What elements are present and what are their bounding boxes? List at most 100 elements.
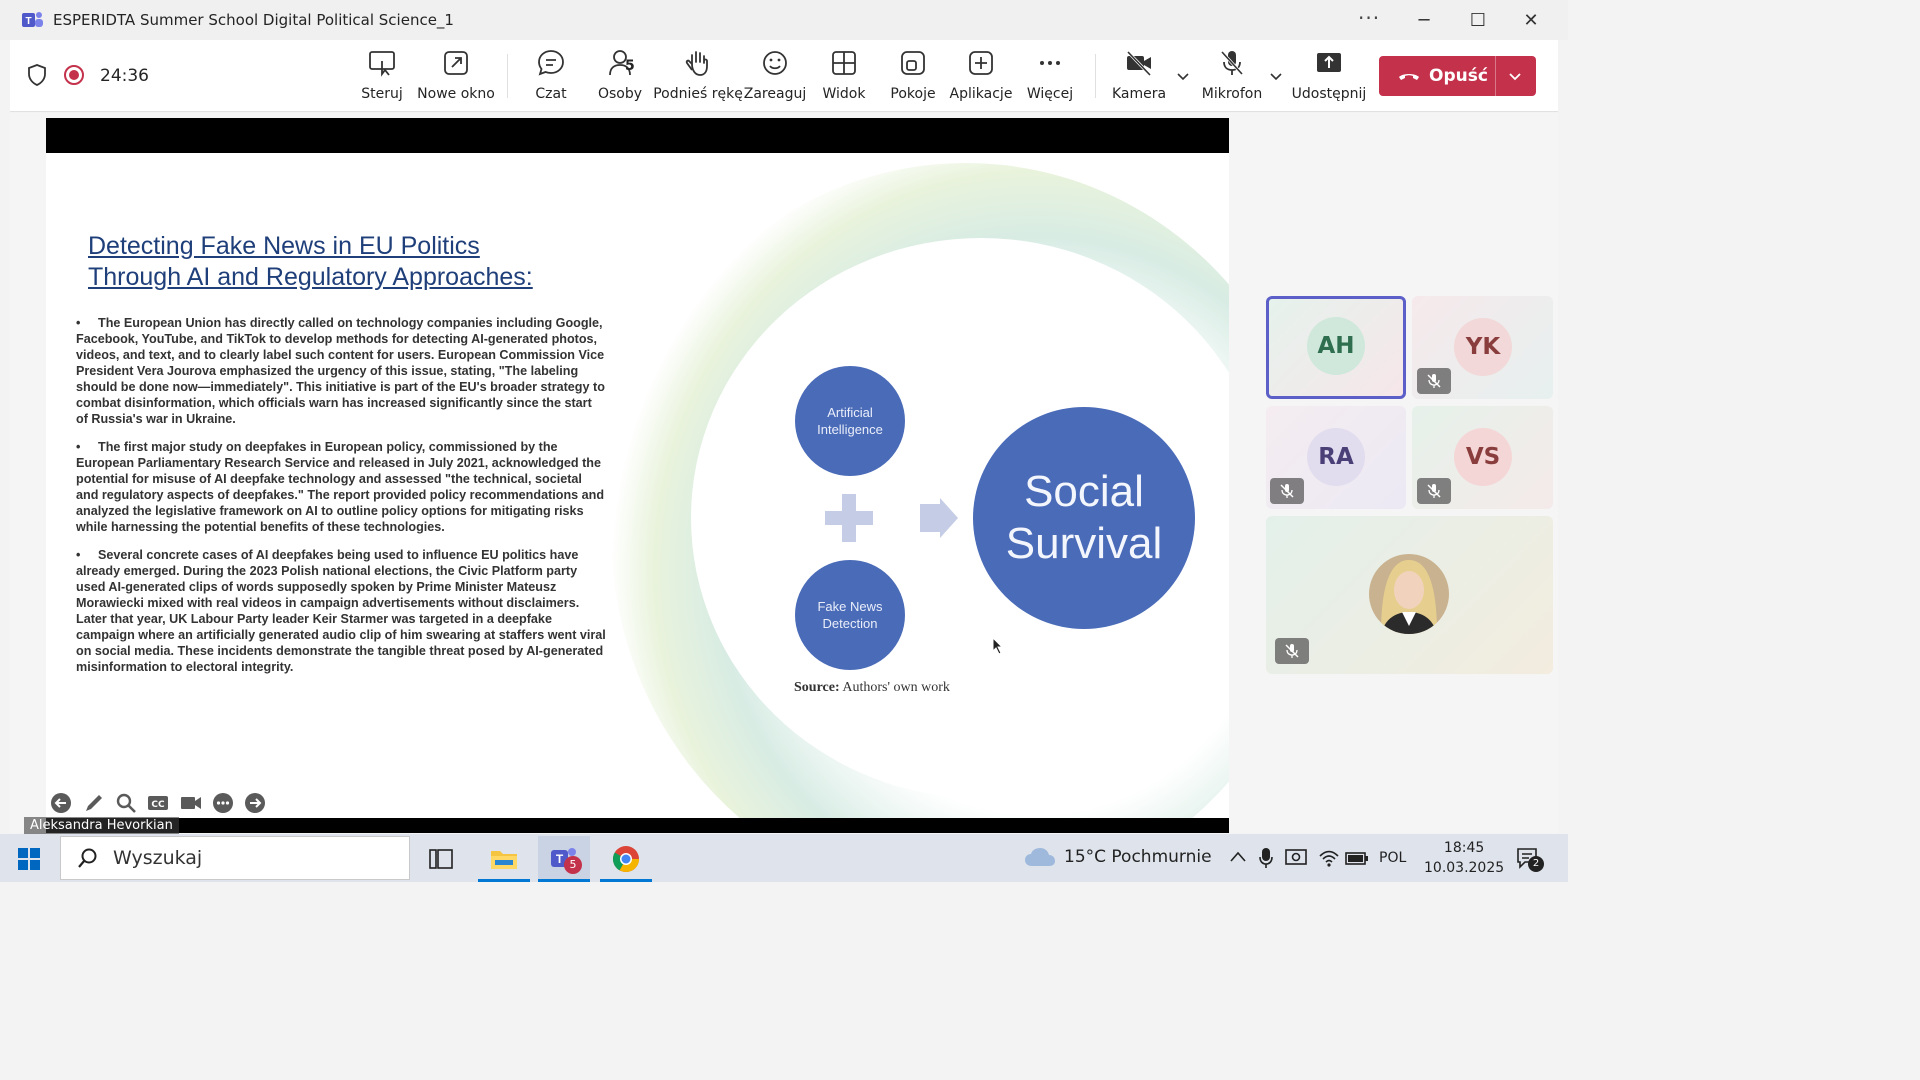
bullet-text: The European Union has directly called o… xyxy=(76,316,605,426)
react-icon xyxy=(763,51,787,75)
close-button[interactable]: ✕ xyxy=(1513,6,1549,34)
recording-indicator-icon xyxy=(64,65,84,85)
muted-mic-icon xyxy=(1275,638,1309,664)
view-label: Widok xyxy=(822,86,866,102)
camera-off-icon xyxy=(1126,50,1152,77)
next-slide-icon[interactable] xyxy=(244,792,266,814)
share-icon xyxy=(1317,53,1341,72)
slide-title-line-1: Detecting Fake News in EU Politics xyxy=(88,232,480,260)
new-window-button[interactable]: Nowe okno xyxy=(412,48,500,102)
chrome-taskbar-button[interactable] xyxy=(600,836,652,882)
shield-icon[interactable] xyxy=(27,64,47,86)
slide-title-line-2: Through AI and Regulatory Approaches: xyxy=(88,263,533,291)
screen-tray-icon[interactable] xyxy=(1284,848,1308,868)
battery-icon[interactable] xyxy=(1345,849,1369,867)
presenter-name-label: Aleksandra Hevorkian xyxy=(24,817,179,834)
window-more-button[interactable]: ··· xyxy=(1358,6,1380,30)
captions-icon[interactable]: CC xyxy=(147,792,169,814)
bullet-text: Several concrete cases of AI deepfakes b… xyxy=(76,548,606,674)
new-window-icon xyxy=(444,51,468,75)
people-button[interactable]: Osoby xyxy=(576,48,664,102)
active-app-indicator xyxy=(538,879,590,882)
control-label: Steruj xyxy=(361,86,403,102)
microphone-options-chevron-icon[interactable] xyxy=(1268,68,1284,84)
bullet-mark: • xyxy=(76,316,81,330)
camera-label: Kamera xyxy=(1111,86,1167,102)
control-icon xyxy=(369,51,395,77)
zoom-icon[interactable] xyxy=(115,792,137,814)
circle-fake-line-1: Fake News xyxy=(817,599,883,614)
slide-source-caption: Source: Authors' own work xyxy=(794,680,950,696)
microphone-button[interactable]: Mikrofon xyxy=(1188,48,1276,102)
raise-hand-icon xyxy=(685,51,708,76)
window-title: ESPERIDTA Summer School Digital Politica… xyxy=(53,11,454,29)
muted-mic-icon xyxy=(1270,478,1304,504)
avatar-vs: VS xyxy=(1454,428,1512,486)
maximize-button[interactable]: ☐ xyxy=(1460,6,1496,34)
previous-slide-icon[interactable] xyxy=(50,792,72,814)
circle-ai-line-1: Artificial xyxy=(827,405,873,420)
svg-text:T: T xyxy=(556,852,564,866)
wifi-icon[interactable] xyxy=(1318,848,1340,868)
more-button[interactable]: Więcej xyxy=(1006,48,1094,102)
mouse-cursor-icon xyxy=(992,637,1004,655)
participant-tile-yk[interactable]: YK xyxy=(1412,296,1553,399)
raise-hand-button[interactable]: Podnieś rękę xyxy=(653,48,743,102)
leave-options-chevron-icon[interactable] xyxy=(1507,68,1523,84)
microphone-tray-icon[interactable] xyxy=(1258,847,1274,869)
active-app-indicator xyxy=(478,879,530,882)
teams-taskbar-button[interactable]: T 5 xyxy=(538,836,590,882)
mic-off-icon xyxy=(1220,50,1244,76)
show-hidden-icons-chevron-icon[interactable] xyxy=(1229,850,1247,864)
windows-start-icon[interactable] xyxy=(18,848,40,870)
language-indicator[interactable]: POL xyxy=(1379,850,1406,866)
arrow-right-icon xyxy=(920,498,958,538)
new-window-label: Nowe okno xyxy=(417,86,495,102)
file-explorer-button[interactable] xyxy=(478,836,530,882)
bullet-item: • Several concrete cases of AI deepfakes … xyxy=(76,547,606,675)
pen-icon[interactable] xyxy=(83,792,105,814)
bullet-text: The first major study on deepfakes in Eu… xyxy=(76,440,605,534)
screen-share-letterbox-top xyxy=(46,118,1229,153)
notification-center-button[interactable]: 2 xyxy=(1516,846,1544,872)
chat-icon xyxy=(538,50,564,76)
leave-button[interactable]: Opuść xyxy=(1379,56,1536,96)
chat-label: Czat xyxy=(535,86,567,102)
clock-date: 10.03.2025 xyxy=(1424,860,1505,876)
apps-icon xyxy=(969,51,993,75)
share-button[interactable]: Udostępnij xyxy=(1285,48,1373,102)
chrome-icon xyxy=(612,846,640,873)
camera-button[interactable]: Kamera xyxy=(1095,48,1183,102)
meeting-toolbar: 24:36 Steruj Nowe okno Czat Osoby Podnie… xyxy=(10,40,1558,112)
video-icon[interactable] xyxy=(180,792,202,814)
people-label: Osoby xyxy=(597,86,643,102)
notification-count-badge: 2 xyxy=(1528,856,1544,872)
microphone-label: Mikrofon xyxy=(1201,86,1263,102)
taskbar-search-box[interactable]: Wyszukaj xyxy=(60,836,410,880)
folder-icon xyxy=(491,851,517,869)
screen-share-letterbox-bottom xyxy=(46,818,1229,833)
muted-mic-icon xyxy=(1417,368,1451,394)
plus-icon xyxy=(825,494,873,542)
avatar-ah: AH xyxy=(1307,317,1365,375)
search-icon xyxy=(78,848,97,868)
minimize-button[interactable]: ─ xyxy=(1406,6,1442,34)
more-options-icon[interactable] xyxy=(212,792,234,814)
taskbar-clock[interactable]: 18:45 10.03.2025 xyxy=(1424,838,1504,878)
teams-logo-icon: T xyxy=(22,12,43,27)
avatar-yk: YK xyxy=(1454,318,1512,376)
svg-text:CC: CC xyxy=(151,800,165,810)
weather-widget[interactable]: 15°C Pochmurnie xyxy=(1024,846,1212,868)
participant-tile-photo[interactable] xyxy=(1266,516,1553,674)
shared-slide: Detecting Fake News in EU Politics Throu… xyxy=(46,153,1229,818)
search-label: Wyszukaj xyxy=(113,847,203,869)
task-view-button[interactable] xyxy=(415,836,467,882)
slide-bullet-list: • The European Union has directly called … xyxy=(76,315,606,687)
react-label: Zareaguj xyxy=(743,86,807,102)
cloud-icon xyxy=(1025,848,1055,866)
participant-tile-ra[interactable]: RA xyxy=(1266,406,1406,509)
source-text: Authors' own work xyxy=(842,680,950,695)
participant-tile-ah[interactable]: AH xyxy=(1266,296,1406,399)
slide-title: Detecting Fake News in EU Politics Throu… xyxy=(88,231,608,293)
participant-tile-vs[interactable]: VS xyxy=(1412,406,1553,509)
